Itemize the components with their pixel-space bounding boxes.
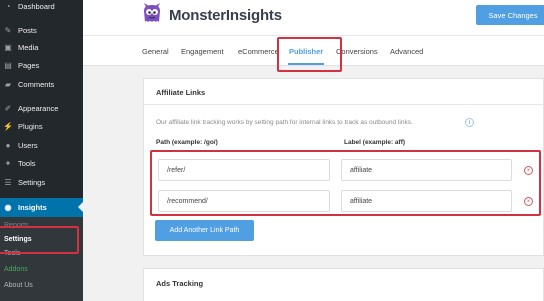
user-icon: ● — [5, 140, 11, 150]
info-icon[interactable]: i — [465, 118, 474, 127]
highlight-rows-box — [150, 150, 541, 216]
menu-label: Posts — [18, 25, 37, 35]
tab-advanced[interactable]: Advanced — [390, 47, 423, 56]
settings-icon: ☰ — [4, 177, 12, 187]
menu-dashboard[interactable]: ◔ Dashboard — [0, 0, 83, 15]
label-column-label: Label (example: aff) — [344, 139, 406, 146]
brush-icon: ✐ — [4, 103, 12, 113]
menu-tools[interactable]: ✦ Tools — [0, 154, 83, 172]
path-column-label: Path (example: /go/) — [156, 139, 218, 146]
tab-engagement[interactable]: Engagement — [181, 47, 224, 56]
menu-label: Dashboard — [18, 1, 55, 11]
menu-pages[interactable]: ▤ Pages — [0, 56, 83, 74]
ads-tracking-panel: Ads Tracking — [143, 268, 544, 301]
panel-description: Our affiliate link tracking works by set… — [156, 119, 413, 126]
add-link-path-button[interactable]: Add Another Link Path — [155, 220, 254, 241]
dashboard-icon: ◔ — [5, 1, 11, 11]
menu-comments[interactable]: ▰ Comments — [0, 75, 83, 93]
panel-title: Ads Tracking — [156, 279, 204, 288]
menu-appearance[interactable]: ✐ Appearance — [0, 99, 83, 117]
highlight-settings-box — [0, 226, 79, 254]
menu-label: Users — [18, 140, 38, 150]
pin-icon: ✎ — [4, 25, 12, 35]
menu-users[interactable]: ● Users — [0, 136, 83, 154]
panel-title: Affiliate Links — [156, 88, 206, 97]
tab-general[interactable]: General — [142, 47, 169, 56]
submenu-about[interactable]: About Us — [4, 282, 33, 289]
tab-ecommerce[interactable]: eCommerce — [238, 47, 279, 56]
highlight-publisher-box — [277, 37, 342, 72]
submenu-addons[interactable]: Addons — [4, 266, 28, 273]
menu-label: Plugins — [18, 121, 43, 131]
menu-media[interactable]: ▣ Media — [0, 38, 83, 56]
menu-posts[interactable]: ✎ Posts — [0, 21, 83, 39]
insights-icon: ◉ — [4, 203, 12, 212]
menu-label: Media — [18, 42, 39, 52]
save-changes-button[interactable]: Save Changes — [476, 5, 544, 25]
menu-insights[interactable]: ◉ Insights — [0, 198, 83, 217]
tab-conversions[interactable]: Conversions — [336, 47, 378, 56]
plugin-icon: ⚡ — [3, 121, 13, 131]
menu-label: Pages — [18, 60, 40, 70]
pages-icon: ▤ — [4, 60, 12, 70]
menu-settings[interactable]: ☰ Settings — [0, 173, 83, 191]
monster-logo-icon — [144, 3, 160, 22]
admin-sidebar: ◔ Dashboard ✎ Posts ▣ Media ▤ Pages ▰ Co… — [0, 0, 83, 301]
menu-label: Comments — [18, 79, 55, 89]
panel-header: Affiliate Links — [144, 79, 543, 105]
menu-label: Insights — [18, 203, 47, 212]
plugin-header: MonsterInsights Save Changes — [83, 0, 544, 35]
media-icon: ▣ — [4, 42, 12, 52]
menu-label: Tools — [18, 158, 36, 168]
brand-name: MonsterInsights — [169, 7, 282, 24]
wrench-icon: ✦ — [4, 158, 12, 168]
comments-icon: ▰ — [4, 79, 12, 89]
menu-label: Appearance — [18, 103, 59, 113]
menu-label: Settings — [18, 177, 46, 187]
menu-plugins[interactable]: ⚡ Plugins — [0, 117, 83, 135]
